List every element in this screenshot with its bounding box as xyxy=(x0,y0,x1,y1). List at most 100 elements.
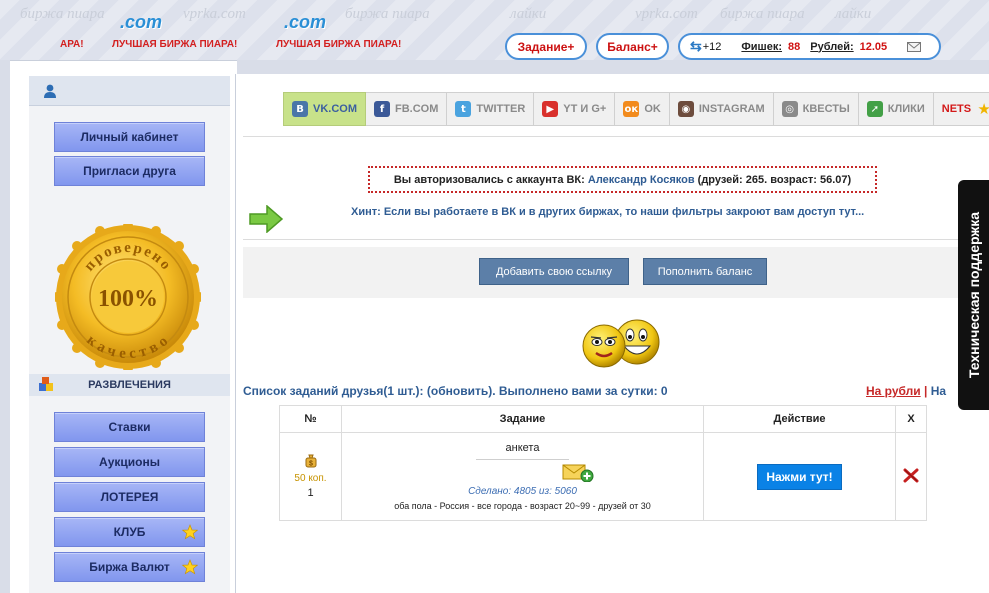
club-label: КЛУБ xyxy=(113,525,146,539)
divider xyxy=(243,239,989,240)
lottery-label: ЛОТЕРЕЯ xyxy=(100,490,159,504)
cell-remove xyxy=(895,432,927,521)
cursor-icon: ➚ xyxy=(866,101,883,117)
auth-suffix: (друзей: 265. возраст: 56.07) xyxy=(697,173,852,186)
network-tabs: В VK.COM f FB.COM t TWITTER ▶ YT И G+ ок OK ◉ INSTA… xyxy=(283,92,989,126)
tab-label: NETS xyxy=(941,103,972,115)
logo-tagline: ЛУЧШАЯ БИРЖА ПИАРА! xyxy=(112,39,238,50)
tab-label: OK xyxy=(644,103,661,115)
invite-friend-label: Пригласи друга xyxy=(83,164,176,178)
tab-label: КВЕСТЫ xyxy=(802,103,850,115)
cell-task: анкета Сделано: 4805 из: 5060 оба пола -… xyxy=(341,432,704,521)
watermark-text: биржа пиара xyxy=(720,6,805,22)
tab-twitter[interactable]: t TWITTER xyxy=(447,92,535,126)
add-link-button[interactable]: Добавить свою ссылку xyxy=(479,258,629,285)
tech-support-label: Техническая поддержка xyxy=(965,211,982,379)
chips-label[interactable]: Фишек: xyxy=(741,41,782,53)
task-filters: оба пола - Россия - все города - возраст… xyxy=(394,501,651,511)
table-header-row: № Задание Действие X xyxy=(279,405,927,433)
add-task-label: Задание+ xyxy=(517,39,575,54)
tab-label: TWITTER xyxy=(476,103,526,115)
tab-квесты[interactable]: ◎ КВЕСТЫ xyxy=(773,92,859,126)
tab-nets[interactable]: NETS ★ xyxy=(933,92,989,126)
notifications-icon[interactable]: ⇆ xyxy=(690,38,702,55)
task-price: 50 коп. xyxy=(294,473,327,484)
add-task-button[interactable]: Задание+ xyxy=(505,33,587,60)
rubles-label[interactable]: Рублей: xyxy=(810,41,853,53)
star-icon xyxy=(182,559,198,575)
watermark-text: биржа пиара xyxy=(20,6,105,22)
bets-label: Ставки xyxy=(108,420,151,434)
tab-vk-com[interactable]: В VK.COM xyxy=(283,92,366,126)
sidebar: Личный кабинет Пригласи друга проверено … xyxy=(10,60,237,593)
task-list-links: На рубли | На xyxy=(866,384,946,398)
divider xyxy=(243,136,989,137)
tab-label: FB.COM xyxy=(395,103,439,115)
sidebar-panel: Личный кабинет Пригласи друга проверено … xyxy=(29,76,230,593)
add-link-label: Добавить свою ссылку xyxy=(495,265,613,278)
personal-account-button[interactable]: Личный кабинет xyxy=(54,122,205,152)
notifications-count[interactable]: +12 xyxy=(703,41,722,53)
auth-user-name[interactable]: Александр Косяков xyxy=(588,174,695,186)
watermark-text: vprka.com xyxy=(183,6,246,22)
invite-friend-button[interactable]: Пригласи друга xyxy=(54,156,205,186)
arrow-right-icon xyxy=(249,205,283,233)
logo-tagline-fragment: АРА! xyxy=(60,39,84,50)
lottery-button[interactable]: ЛОТЕРЕЯ xyxy=(54,482,205,512)
facebook-icon: f xyxy=(374,101,390,117)
auth-status: Вы авторизовались с аккаунта ВК: Алексан… xyxy=(368,166,877,193)
task-name[interactable]: анкета xyxy=(475,442,570,460)
currency-exchange-button[interactable]: Биржа Валют xyxy=(54,552,205,582)
top-up-balance-button[interactable]: Пополнить баланс xyxy=(643,258,767,285)
tasks-table: № Задание Действие X $ 50 коп. 1 анкета … xyxy=(279,405,927,521)
currency-exchange-label: Биржа Валют xyxy=(89,560,170,574)
task-progress: Сделано: 4805 из: 5060 xyxy=(468,486,577,497)
cubes-icon xyxy=(39,377,53,391)
cell-number: $ 50 коп. 1 xyxy=(279,432,342,521)
account-stats: ⇆ +12 Фишек: 88 Рублей: 12.05 xyxy=(678,33,941,60)
tech-support-tab[interactable]: Техническая поддержка xyxy=(958,180,989,410)
col-task: Задание xyxy=(341,405,704,433)
chips-value: 88 xyxy=(788,40,801,53)
friends-smileys-icon xyxy=(582,319,660,368)
youtube-icon: ▶ xyxy=(542,101,559,117)
press-here-button[interactable]: Нажми тут! xyxy=(757,463,842,490)
star-icon: ★ xyxy=(977,100,989,118)
bets-button[interactable]: Ставки xyxy=(54,412,205,442)
tab-ok[interactable]: ок OK xyxy=(615,92,670,126)
tab-клики[interactable]: ➚ КЛИКИ xyxy=(858,92,934,126)
top-up-balance-label: Пополнить баланс xyxy=(657,265,753,278)
club-button[interactable]: КЛУБ xyxy=(54,517,205,547)
entertainment-header: РАЗВЛЕЧЕНИЯ xyxy=(29,374,230,396)
add-balance-label: Баланс+ xyxy=(607,39,658,54)
other-currency-link[interactable]: На xyxy=(931,384,946,398)
instagram-icon: ◉ xyxy=(677,101,694,117)
link-separator: | xyxy=(923,384,928,398)
tab-yt-и-g-[interactable]: ▶ YT И G+ xyxy=(534,92,616,126)
site-header: биржа пиара vprka.com биржа пиара лайки … xyxy=(0,0,989,60)
tab-label: YT И G+ xyxy=(563,103,607,115)
task-list-title: Список заданий друзья(1 шт.): (обновить)… xyxy=(243,384,668,398)
logo-domain: .com xyxy=(120,12,163,32)
tab-fb-com[interactable]: f FB.COM xyxy=(366,92,448,126)
star-icon xyxy=(182,524,198,540)
quality-seal-icon: проверено качество 100% xyxy=(55,224,201,370)
mail-icon[interactable] xyxy=(907,41,922,52)
logo-tagline: ЛУЧШАЯ БИРЖА ПИАРА! xyxy=(276,39,402,50)
delete-icon[interactable] xyxy=(903,467,919,483)
watermark-text: биржа пиара xyxy=(345,6,430,22)
col-remove: X xyxy=(895,405,927,433)
tab-instagram[interactable]: ◉ INSTAGRAM xyxy=(669,92,774,126)
svg-text:$: $ xyxy=(309,461,313,468)
add-balance-button[interactable]: Баланс+ xyxy=(596,33,669,60)
main-content: В VK.COM f FB.COM t TWITTER ▶ YT И G+ ок OK ◉ INSTA… xyxy=(235,74,989,593)
personal-account-label: Личный кабинет xyxy=(80,130,179,144)
user-bar xyxy=(29,76,230,106)
actions-bar: Добавить свою ссылку Пополнить баланс xyxy=(243,247,989,298)
coin-bag-icon: $ xyxy=(305,454,316,468)
auctions-button[interactable]: Аукционы xyxy=(54,447,205,477)
mail-add-icon xyxy=(562,464,594,482)
logo-domain: .com xyxy=(284,12,327,32)
rubles-link[interactable]: На рубли xyxy=(866,384,921,398)
user-icon xyxy=(44,84,56,98)
